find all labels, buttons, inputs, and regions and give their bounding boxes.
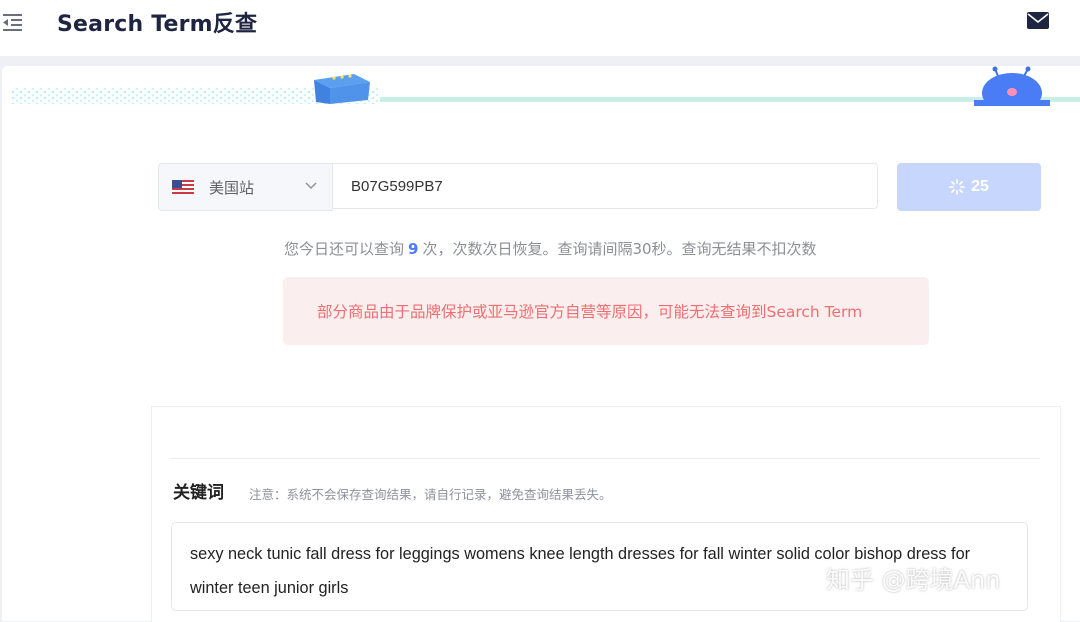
- site-label: 美国站: [209, 179, 255, 197]
- robot-mascot-icon: [974, 66, 1050, 106]
- us-flag-icon: [172, 180, 194, 194]
- decorative-banner: [10, 66, 1080, 106]
- card-divider: [170, 458, 1040, 459]
- quota-prefix: 您今日还可以查询: [284, 240, 405, 258]
- search-button[interactable]: 25: [897, 163, 1041, 211]
- box-mascot-icon: [314, 74, 370, 104]
- loading-spinner-icon: [949, 179, 965, 195]
- asin-input[interactable]: [332, 163, 878, 209]
- search-button-label: 25: [971, 178, 989, 195]
- site-select[interactable]: 美国站: [158, 163, 333, 211]
- quota-info: 您今日还可以查询 9 次，次数次日恢复。查询请间隔30秒。查询无结果不扣次数: [284, 238, 817, 259]
- top-header: Search Term反查: [0, 0, 1080, 56]
- keyword-note: 注意：系统不会保存查询结果，请自行记录，避免查询结果丢失。: [249, 487, 612, 502]
- chevron-down-icon: [305, 182, 317, 190]
- warning-notice: 部分商品由于品牌保护或亚马逊官方自营等原因，可能无法查询到Search Term: [283, 277, 929, 345]
- quota-count: 9: [408, 240, 419, 258]
- menu-collapse-icon[interactable]: [2, 11, 24, 33]
- mail-icon[interactable]: [1027, 12, 1049, 29]
- watermark: 知乎 @跨境Ann: [826, 566, 1001, 594]
- quota-suffix: 次，次数次日恢复。查询请间隔30秒。查询无结果不扣次数: [422, 240, 817, 258]
- warning-text: 部分商品由于品牌保护或亚马逊官方自营等原因，可能无法查询到Search Term: [317, 303, 863, 321]
- keyword-heading: 关键词: [173, 483, 224, 503]
- page-title: Search Term反查: [57, 12, 258, 37]
